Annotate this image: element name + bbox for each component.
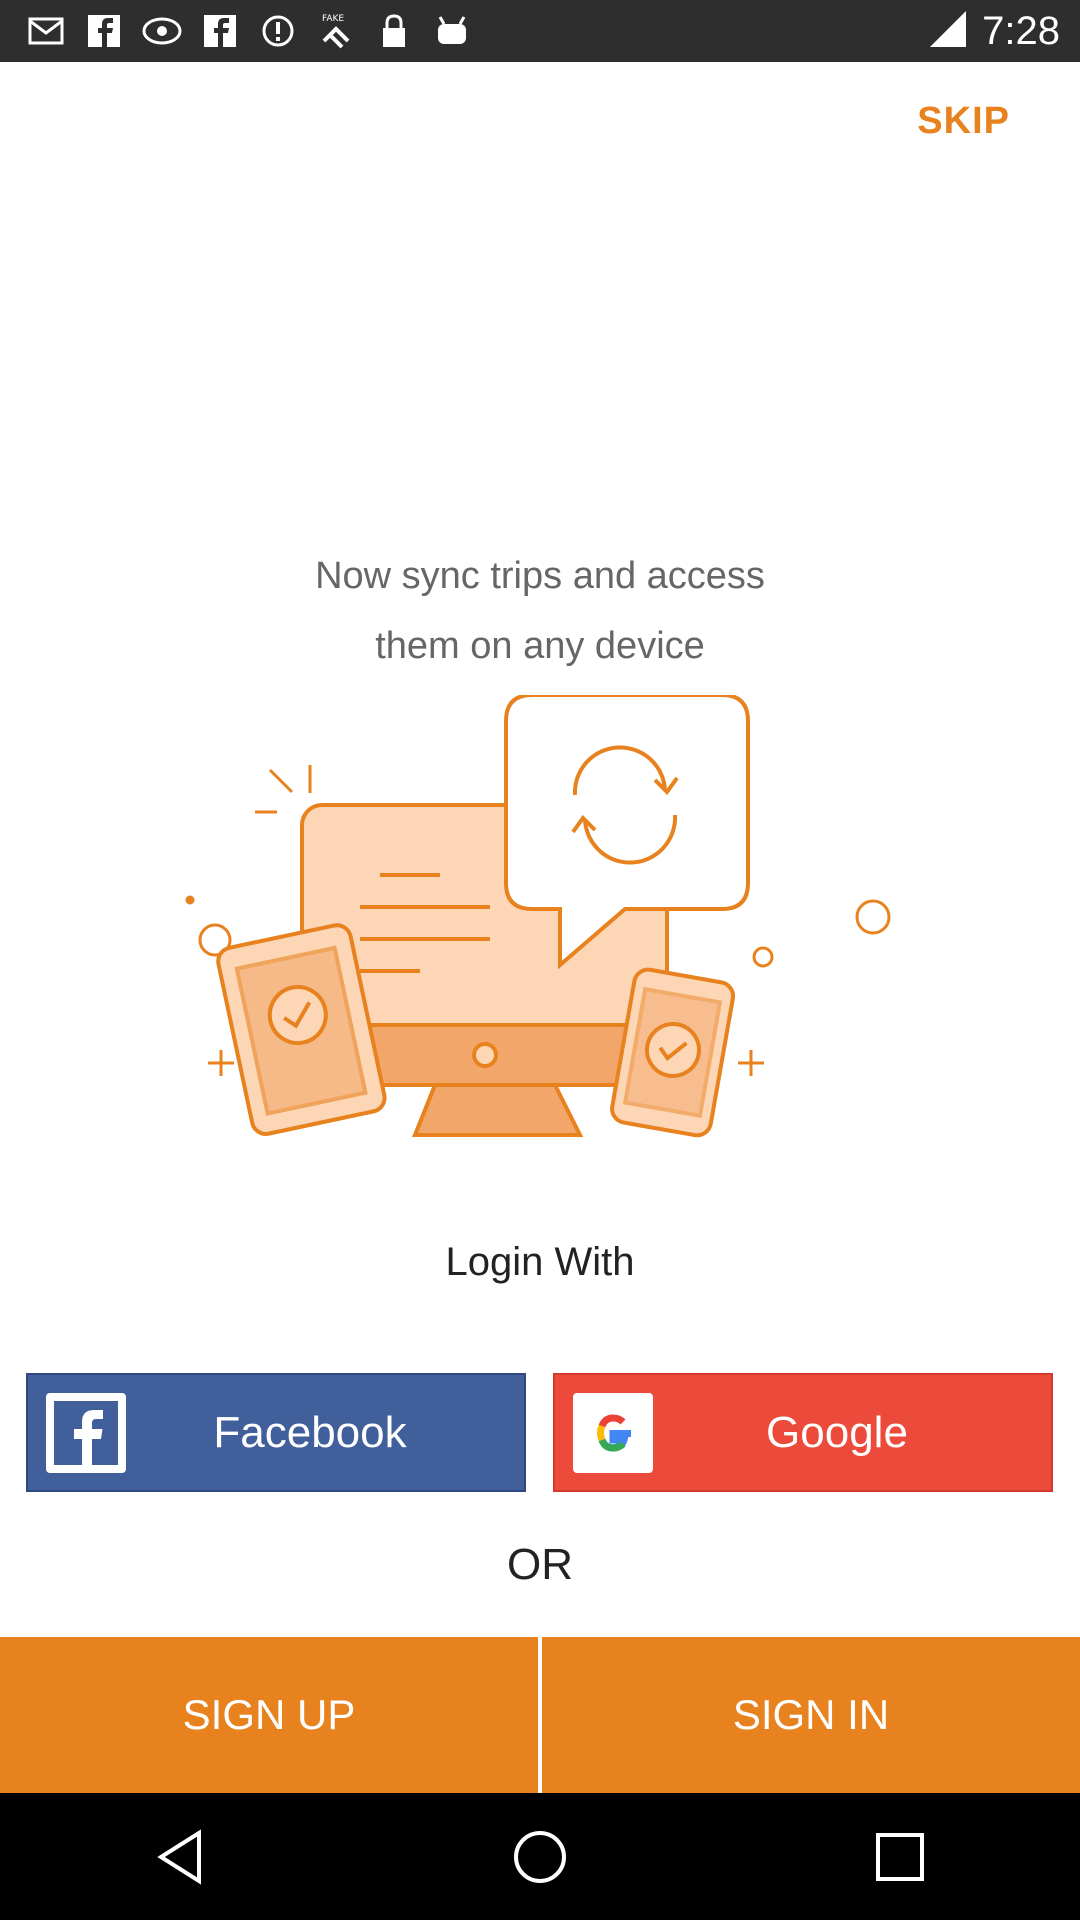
navigation-bar [0,1793,1080,1920]
skip-button[interactable]: SKIP [917,100,1010,143]
google-login-button[interactable]: Google [553,1373,1053,1492]
clock: 7:28 [982,8,1060,53]
vr-icon [142,11,182,51]
notification-icons: FAKE [26,10,472,52]
facebook-notif-icon [84,11,124,51]
signal-icon [928,9,968,54]
alert-icon [258,11,298,51]
facebook-notif-icon-2 [200,11,240,51]
bottom-action-bar: SIGN UP SIGN IN [0,1637,1080,1793]
facebook-logo-icon [46,1392,126,1473]
headline-line-2: them on any device [375,625,705,667]
lock-icon [374,11,414,51]
google-label: Google [766,1407,908,1457]
sign-up-button[interactable]: SIGN UP [0,1637,538,1793]
home-icon[interactable] [480,1807,600,1907]
google-logo-icon [573,1392,653,1473]
or-separator: OR [507,1540,573,1589]
sign-in-button[interactable]: SIGN IN [542,1637,1080,1793]
mail-icon [26,11,66,51]
status-right: 7:28 [928,8,1060,54]
headline-line-1: Now sync trips and access [315,555,765,597]
android-icon [432,11,472,51]
login-with-heading: Login With [445,1240,635,1284]
svg-text:FAKE: FAKE [322,14,344,24]
recents-icon[interactable] [840,1807,960,1907]
fake-gps-icon: FAKE [316,11,356,51]
facebook-login-button[interactable]: Facebook [26,1373,526,1492]
facebook-label: Facebook [213,1407,407,1457]
sync-devices-illustration [180,693,900,1155]
back-icon[interactable] [120,1807,240,1907]
status-bar: FAKE 7:28 [0,0,1080,62]
